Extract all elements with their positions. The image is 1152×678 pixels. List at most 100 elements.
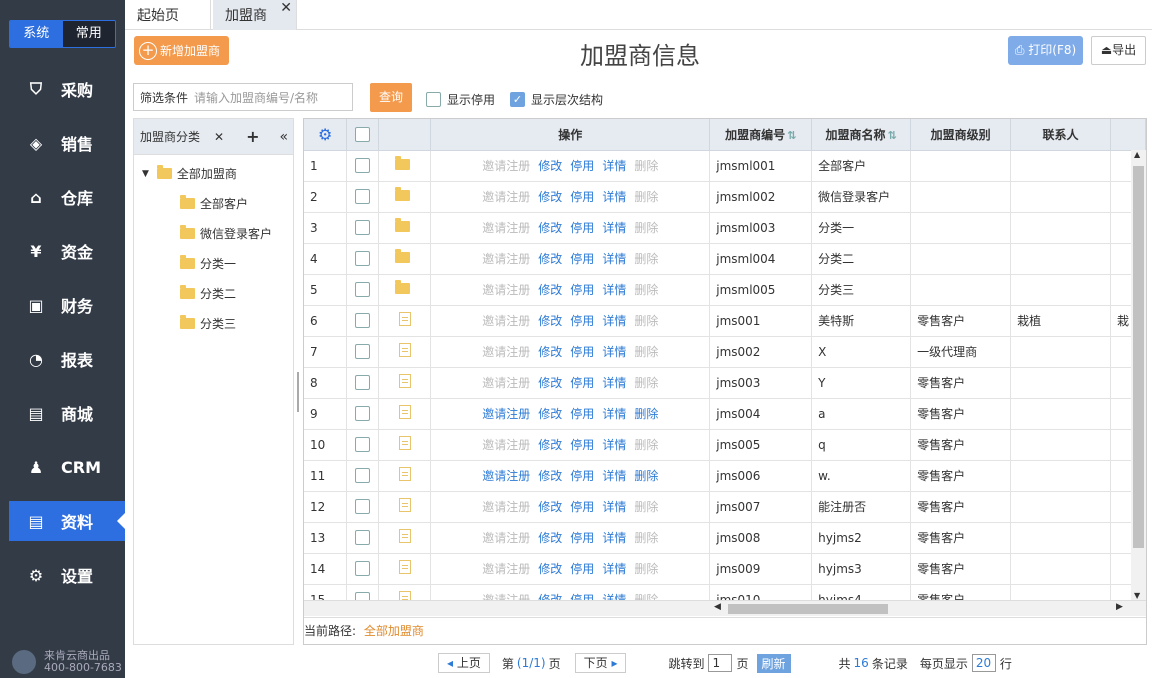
disable-link[interactable]: 停用: [570, 376, 594, 390]
row-checkbox[interactable]: [355, 282, 371, 297]
row-checkbox[interactable]: [355, 158, 371, 173]
collapse-icon[interactable]: «: [279, 129, 288, 145]
vertical-scrollbar[interactable]: ▲ ▼: [1131, 150, 1146, 600]
edit-link[interactable]: 修改: [538, 469, 562, 483]
filter-input[interactable]: 请输入加盟商编号/名称: [194, 89, 318, 106]
invite-link[interactable]: 邀请注册: [482, 345, 530, 359]
row-checkbox[interactable]: [355, 251, 371, 266]
tab-home[interactable]: 起始页: [125, 0, 211, 30]
details-link[interactable]: 详情: [602, 407, 626, 421]
row-select[interactable]: [346, 274, 380, 306]
edit-link[interactable]: 修改: [538, 500, 562, 514]
disable-link[interactable]: 停用: [570, 221, 594, 235]
disable-link[interactable]: 停用: [570, 252, 594, 266]
delete-link[interactable]: 删除: [634, 252, 658, 266]
close-icon[interactable]: ✕: [280, 0, 292, 24]
table-row[interactable]: 3 邀请注册 修改 停用 详情 删除 jmsml003 分类一: [304, 212, 1146, 244]
details-link[interactable]: 详情: [602, 531, 626, 545]
tree-node[interactable]: 分类三: [180, 315, 236, 332]
delete-link[interactable]: 删除: [634, 314, 658, 328]
scroll-down-icon[interactable]: ▼: [1134, 591, 1140, 600]
show-tree-option[interactable]: ✓ 显示层次结构: [510, 91, 603, 108]
sidebar-item-funds[interactable]: ¥ 资金: [9, 231, 125, 271]
table-row[interactable]: 4 邀请注册 修改 停用 详情 删除 jmsml004 分类二: [304, 243, 1146, 275]
row-checkbox[interactable]: [355, 375, 371, 390]
row-select[interactable]: [346, 491, 380, 523]
filter-field[interactable]: 筛选条件 请输入加盟商编号/名称: [133, 83, 353, 111]
scroll-up-icon[interactable]: ▲: [1134, 150, 1140, 159]
row-checkbox[interactable]: [355, 189, 371, 204]
refresh-button[interactable]: 刷新: [756, 653, 791, 673]
disable-link[interactable]: 停用: [570, 190, 594, 204]
invite-link[interactable]: 邀请注册: [482, 159, 530, 173]
row-select[interactable]: [346, 522, 380, 554]
row-select[interactable]: [346, 150, 380, 182]
edit-link[interactable]: 修改: [538, 531, 562, 545]
add-franchisee-button[interactable]: + 新增加盟商: [134, 36, 229, 65]
row-select[interactable]: [346, 181, 380, 213]
table-row[interactable]: 1 邀请注册 修改 停用 详情 删除 jmsml001 全部客户: [304, 150, 1146, 182]
row-checkbox[interactable]: [355, 313, 371, 328]
scroll-left-icon[interactable]: ◀: [714, 602, 721, 612]
disable-link[interactable]: 停用: [570, 345, 594, 359]
row-checkbox[interactable]: [355, 344, 371, 359]
select-all[interactable]: [346, 119, 380, 151]
disable-link[interactable]: 停用: [570, 407, 594, 421]
row-checkbox[interactable]: [355, 561, 371, 576]
caret-down-icon[interactable]: ▼: [142, 169, 149, 179]
toggle-common[interactable]: 常用: [62, 21, 115, 47]
header-code[interactable]: 加盟商编号 ⇅: [709, 119, 813, 151]
horizontal-scroll-thumb[interactable]: [728, 604, 888, 614]
select-all-checkbox[interactable]: [355, 126, 371, 142]
column-settings[interactable]: ⚙: [304, 119, 348, 151]
tree-root[interactable]: ▼ 全部加盟商: [142, 165, 237, 182]
tab-franchisee[interactable]: 加盟商 ✕: [213, 0, 297, 30]
disable-link[interactable]: 停用: [570, 283, 594, 297]
sidebar-item-purchase[interactable]: ⛉ 采购: [9, 69, 125, 109]
tree-node[interactable]: 全部客户: [180, 195, 248, 212]
disable-link[interactable]: 停用: [570, 562, 594, 576]
table-row[interactable]: 10 邀请注册 修改 停用 详情 删除 jms005 q 零售客户: [304, 429, 1146, 461]
table-row[interactable]: 11 邀请注册 修改 停用 详情 删除 jms006 w. 零售客户: [304, 460, 1146, 492]
edit-link[interactable]: 修改: [538, 345, 562, 359]
row-select[interactable]: [346, 305, 380, 337]
row-select[interactable]: [346, 429, 380, 461]
delete-link[interactable]: 删除: [634, 562, 658, 576]
invite-link[interactable]: 邀请注册: [482, 562, 530, 576]
details-link[interactable]: 详情: [602, 159, 626, 173]
path-value[interactable]: 全部加盟商: [364, 624, 424, 638]
delete-link[interactable]: 删除: [634, 283, 658, 297]
table-row[interactable]: 7 邀请注册 修改 停用 详情 删除 jms002 X 一级代理商: [304, 336, 1146, 368]
disable-link[interactable]: 停用: [570, 438, 594, 452]
sort-icon[interactable]: ⇅: [888, 129, 897, 142]
details-link[interactable]: 详情: [602, 469, 626, 483]
invite-link[interactable]: 邀请注册: [482, 376, 530, 390]
toggle-system[interactable]: 系统: [10, 21, 63, 47]
tree-node[interactable]: 分类二: [180, 285, 236, 302]
edit-link[interactable]: 修改: [538, 159, 562, 173]
disable-link[interactable]: 停用: [570, 531, 594, 545]
prev-page-button[interactable]: ◂ 上页: [438, 653, 490, 673]
row-select[interactable]: [346, 336, 380, 368]
invite-link[interactable]: 邀请注册: [482, 438, 530, 452]
delete-link[interactable]: 删除: [634, 469, 658, 483]
horizontal-scrollbar[interactable]: ◀ ▶: [304, 600, 1146, 616]
sidebar-item-settings[interactable]: ⚙ 设置: [9, 555, 125, 595]
edit-link[interactable]: 修改: [538, 283, 562, 297]
row-checkbox[interactable]: [355, 530, 371, 545]
invite-link[interactable]: 邀请注册: [482, 221, 530, 235]
details-link[interactable]: 详情: [602, 283, 626, 297]
sidebar-item-warehouse[interactable]: ⌂ 仓库: [9, 177, 125, 217]
delete-link[interactable]: 删除: [634, 376, 658, 390]
delete-link[interactable]: 删除: [634, 531, 658, 545]
export-button[interactable]: ⏏导出: [1091, 36, 1146, 65]
edit-link[interactable]: 修改: [538, 190, 562, 204]
details-link[interactable]: 详情: [602, 500, 626, 514]
sidebar-item-crm[interactable]: ♟ CRM: [9, 447, 125, 487]
row-checkbox[interactable]: [355, 437, 371, 452]
details-link[interactable]: 详情: [602, 438, 626, 452]
gear-icon[interactable]: ⚙: [318, 125, 332, 144]
show-disabled-checkbox[interactable]: [426, 92, 441, 107]
show-tree-checkbox[interactable]: ✓: [510, 92, 525, 107]
table-row[interactable]: 13 邀请注册 修改 停用 详情 删除 jms008 hyjms2 零售客户: [304, 522, 1146, 554]
